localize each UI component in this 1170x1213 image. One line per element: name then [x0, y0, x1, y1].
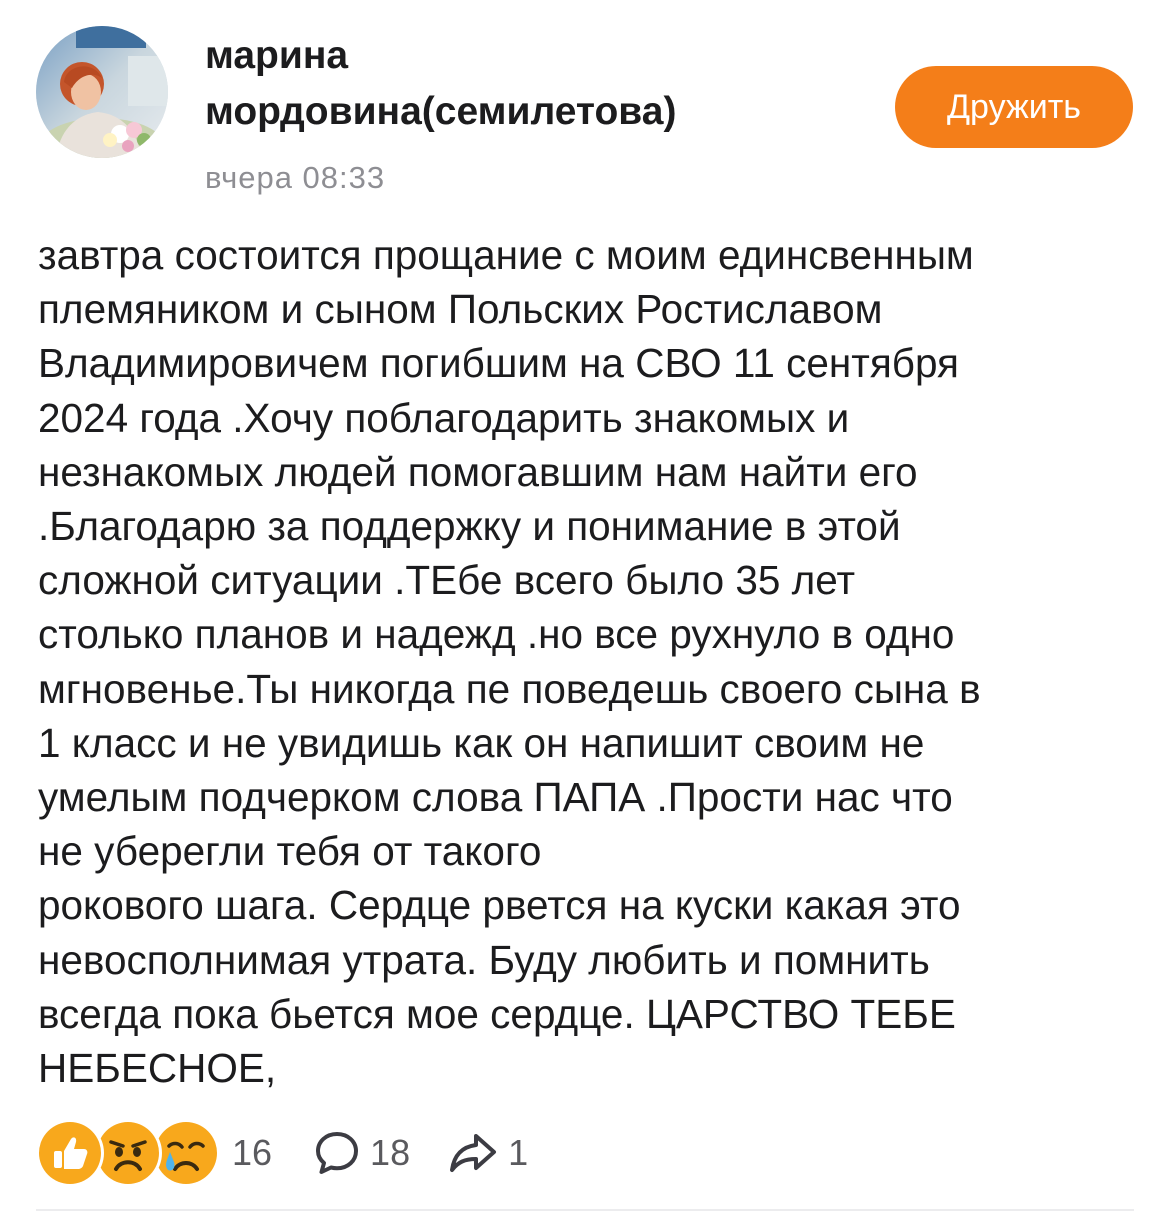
- post-text-line: .Благодарю за поддержку и понимание в эт…: [38, 503, 901, 550]
- avatar-photo: [36, 26, 168, 158]
- post-text-line: умелым подчерком слова ПАПА .Прости нас …: [38, 774, 953, 821]
- post-footer: 16 18 1: [36, 1119, 528, 1187]
- comment-icon: [312, 1128, 362, 1178]
- post-text-line: 1 класс и не увидишь как он напишит свои…: [38, 719, 925, 766]
- post-text-line: невосполнимая утрата. Буду любить и помн…: [38, 936, 930, 983]
- post-text-line: незнакомых людей помогавшим нам найти ег…: [38, 448, 918, 495]
- comments-count: 18: [370, 1132, 411, 1173]
- post-text-line: НЕБЕСНОЕ,: [38, 1045, 277, 1092]
- post-text-line: всегда пока бьется мое сердце. ЦАРСТВО Т…: [38, 990, 956, 1037]
- crying-face-icon: [152, 1119, 220, 1187]
- reactions-count: 16: [232, 1132, 273, 1173]
- post-card: марина мордовина(семилетова) вчера 08:33…: [0, 0, 1170, 1213]
- sad-face-icon: [94, 1119, 162, 1187]
- post-divider: [36, 1209, 1134, 1211]
- post-timestamp: вчера 08:33: [205, 160, 386, 195]
- post-text-line: столько планов и надежд .но все рухнуло …: [38, 611, 955, 658]
- post-text-line: не уберегли тебя от такого: [38, 828, 542, 875]
- comments-button[interactable]: 18: [312, 1122, 410, 1184]
- author-avatar[interactable]: [36, 26, 168, 158]
- post-text-line: Владимировичем погибшим на СВО 11 сентяб…: [38, 340, 959, 387]
- post-text-line: сложной ситуации .ТЕбе всего было 35 лет: [38, 557, 856, 604]
- post-text-line: племяником и сыном Польских Ростиславом: [38, 286, 883, 333]
- shares-count: 1: [508, 1132, 529, 1173]
- reactions-button[interactable]: 16: [36, 1119, 272, 1187]
- author-name-line1: марина: [205, 34, 349, 77]
- post-text-line: завтра состоится прощание с моим единсве…: [38, 232, 974, 278]
- author-info: марина мордовина(семилетова) вчера 08:33: [205, 28, 825, 198]
- author-name-line2: мордовина(семилетова): [205, 90, 677, 133]
- thumbs-up-icon: [36, 1119, 104, 1187]
- post-text-line: 2024 года .Хочу поблагодарить знакомых и: [38, 394, 850, 441]
- add-friend-button[interactable]: Дружить: [895, 66, 1133, 148]
- post-body: завтра состоится прощание с моим единсве…: [38, 228, 1143, 1095]
- post-text-line: рокового шага. Сердце рвется на куски ка…: [38, 882, 961, 929]
- share-icon: [446, 1128, 500, 1178]
- author-name[interactable]: марина мордовина(семилетова): [205, 28, 825, 140]
- share-button[interactable]: 1: [446, 1122, 528, 1184]
- post-text-line: мгновенье.Ты никогда пе поведешь своего …: [38, 665, 981, 712]
